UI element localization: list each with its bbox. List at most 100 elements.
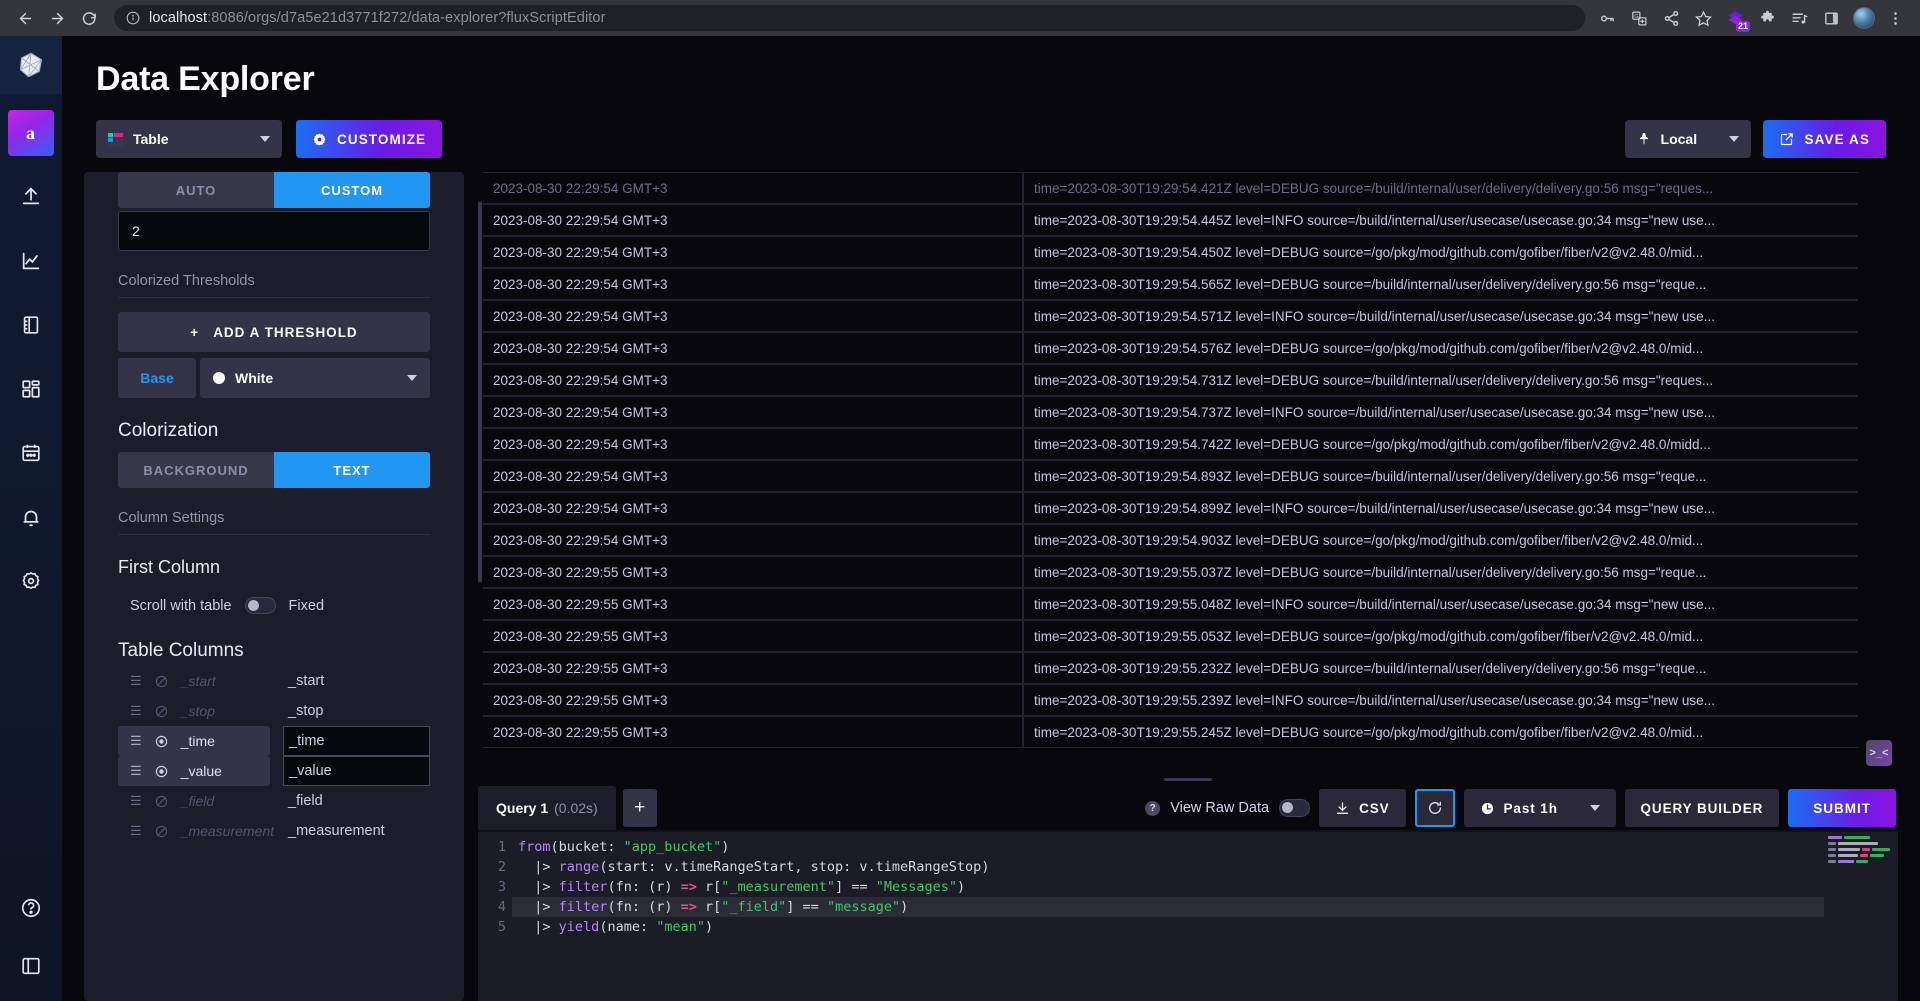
local-time-dropdown[interactable]: Local bbox=[1624, 120, 1751, 158]
drag-handle-icon[interactable]: ☰ bbox=[130, 764, 142, 777]
submit-label: SUBMIT bbox=[1813, 800, 1871, 816]
media-list-icon[interactable] bbox=[1785, 4, 1814, 33]
code-line[interactable]: |> filter(fn: (r) => r["_field"] == "mes… bbox=[512, 897, 1824, 917]
query-tab-1[interactable]: Query 1 (0.02s) bbox=[478, 786, 616, 830]
sidebar-item-help[interactable] bbox=[8, 885, 54, 931]
org-initial: a bbox=[26, 122, 35, 143]
table-row: 2023-08-30 22:29:54 GMT+3 time=2023-08-30… bbox=[483, 428, 1858, 460]
cell-time: 2023-08-30 22:29:55 GMT+3 bbox=[483, 652, 1023, 684]
save-as-button[interactable]: SAVE AS bbox=[1762, 120, 1886, 158]
sidebar-item-tasks[interactable] bbox=[8, 430, 54, 476]
table-column-control[interactable]: ☰ _measurement bbox=[118, 816, 274, 846]
key-icon[interactable] bbox=[1593, 4, 1622, 33]
drag-handle-icon[interactable]: ☰ bbox=[130, 704, 142, 717]
editor-minimap[interactable] bbox=[1824, 830, 1898, 1001]
cell-time: 2023-08-30 22:29:54 GMT+3 bbox=[483, 204, 1023, 236]
sidebar-item-explore[interactable] bbox=[8, 238, 54, 284]
forward-arrow-icon[interactable] bbox=[42, 3, 72, 33]
code-line[interactable]: from(bucket: "app_bucket") bbox=[512, 837, 1824, 857]
first-column-toggle[interactable] bbox=[244, 597, 276, 614]
colorization-text-option[interactable]: TEXT bbox=[274, 452, 430, 488]
drag-handle-icon[interactable]: ☰ bbox=[130, 674, 142, 687]
flux-script-editor[interactable]: 1 2 3 4 5 from(bucket: "app_bucket") |> rang… bbox=[478, 830, 1898, 1001]
table-column-control[interactable]: ☰ _field bbox=[118, 786, 270, 816]
profile-avatar[interactable] bbox=[1849, 4, 1878, 33]
code-line[interactable]: |> filter(fn: (r) => r["_measurement"] =… bbox=[512, 877, 1824, 897]
auto-refresh-button[interactable] bbox=[1414, 789, 1455, 827]
eye-off-icon[interactable] bbox=[154, 704, 169, 719]
submit-button[interactable]: SUBMIT bbox=[1788, 789, 1896, 827]
puzzle-extension-icon[interactable] bbox=[1753, 4, 1782, 33]
customize-button[interactable]: CUSTOMIZE bbox=[296, 120, 443, 158]
share-icon[interactable] bbox=[1657, 4, 1686, 33]
sidebar-item-org[interactable]: a bbox=[7, 110, 54, 156]
bookmark-star-icon[interactable] bbox=[1689, 4, 1718, 33]
table-row: 2023-08-30 22:29:54 GMT+3 time=2023-08-30… bbox=[483, 332, 1858, 364]
cell-time: 2023-08-30 22:29:55 GMT+3 bbox=[483, 684, 1023, 716]
table-column-control[interactable]: ☰ _time bbox=[118, 726, 270, 756]
reload-icon[interactable] bbox=[74, 3, 104, 33]
question-mark-icon[interactable]: ? bbox=[1145, 800, 1161, 816]
drag-handle-icon[interactable]: ☰ bbox=[130, 734, 142, 747]
side-panel-icon[interactable] bbox=[1817, 4, 1846, 33]
eye-off-icon[interactable] bbox=[154, 824, 169, 839]
sidebar-item-notebooks[interactable] bbox=[8, 302, 54, 348]
table-column-control[interactable]: ☰ _value bbox=[118, 756, 270, 786]
decimal-places-input[interactable]: 2 bbox=[118, 211, 430, 251]
panel-drag-handle[interactable] bbox=[478, 772, 1898, 786]
drag-handle-icon[interactable]: ☰ bbox=[130, 794, 142, 807]
eye-icon[interactable] bbox=[154, 764, 169, 779]
eye-off-icon[interactable] bbox=[154, 794, 169, 809]
time-range-dropdown[interactable]: Past 1h bbox=[1463, 789, 1616, 827]
sidebar-item-settings[interactable] bbox=[8, 558, 54, 604]
table-row: 2023-08-30 22:29:54 GMT+3 time=2023-08-30… bbox=[483, 204, 1858, 236]
sidebar-item-alerts[interactable] bbox=[8, 494, 54, 540]
table-column-row: ☰ _start _start bbox=[118, 666, 430, 696]
decimal-auto-option[interactable]: AUTO bbox=[118, 172, 274, 208]
table-row: 2023-08-30 22:29:55 GMT+3 time=2023-08-30… bbox=[483, 588, 1858, 620]
overflow-menu-icon[interactable] bbox=[1881, 4, 1910, 33]
editor-code[interactable]: from(bucket: "app_bucket") |> range(star… bbox=[512, 830, 1824, 1001]
colorized-thresholds-label: Colorized Thresholds bbox=[118, 273, 430, 298]
table-column-control[interactable]: ☰ _start bbox=[118, 666, 270, 696]
table-column-display-name[interactable]: _time bbox=[283, 726, 430, 756]
influxdb-logo-icon bbox=[19, 52, 42, 78]
table-columns-heading: Table Columns bbox=[118, 640, 244, 661]
add-query-button[interactable]: + bbox=[622, 789, 657, 827]
code-line[interactable]: |> yield(name: "mean") bbox=[512, 917, 1824, 937]
sidebar-item-logo[interactable] bbox=[0, 36, 62, 94]
download-icon bbox=[1336, 801, 1349, 814]
app-shell: a Data Explorer Table CUSTOMIZE Local SA… bbox=[0, 36, 1920, 1001]
base-color-label: White bbox=[235, 370, 274, 386]
sidebar-item-collapse[interactable] bbox=[8, 943, 54, 989]
table-column-control[interactable]: ☰ _stop bbox=[118, 696, 270, 726]
resize-handle[interactable]: >_< bbox=[1866, 740, 1892, 766]
view-raw-data-toggle[interactable] bbox=[1279, 799, 1311, 817]
cell-value: time=2023-08-30T19:29:54.576Z level=DEBU… bbox=[1023, 332, 1858, 364]
table-column-name: _value bbox=[180, 763, 222, 779]
base-color-dropdown[interactable]: White bbox=[200, 358, 430, 398]
sidebar-item-upload[interactable] bbox=[8, 174, 54, 220]
translate-icon[interactable]: G bbox=[1625, 4, 1654, 33]
address-bar[interactable]: localhost:8086/orgs/d7a5e21d3771f272/dat… bbox=[114, 5, 1585, 31]
cell-time: 2023-08-30 22:29:55 GMT+3 bbox=[483, 716, 1023, 748]
eye-icon[interactable] bbox=[154, 734, 169, 749]
eye-off-icon[interactable] bbox=[154, 674, 169, 689]
decimal-custom-option[interactable]: CUSTOM bbox=[274, 172, 430, 208]
table-column-display-name[interactable]: _value bbox=[283, 756, 430, 786]
csv-download-button[interactable]: CSV bbox=[1319, 789, 1406, 827]
cell-time: 2023-08-30 22:29:54 GMT+3 bbox=[483, 428, 1023, 460]
pin-icon bbox=[1639, 133, 1648, 145]
base-threshold-row: Base White bbox=[118, 358, 430, 398]
sidebar-item-dashboards[interactable] bbox=[8, 366, 54, 412]
colorization-background-option[interactable]: BACKGROUND bbox=[118, 452, 274, 488]
visualization-type-dropdown[interactable]: Table bbox=[96, 120, 282, 158]
code-line[interactable]: |> range(start: v.timeRangeStart, stop: … bbox=[512, 857, 1824, 877]
first-column-heading: First Column bbox=[118, 557, 221, 577]
back-arrow-icon[interactable] bbox=[10, 3, 40, 33]
extension-purple-icon[interactable]: 21 bbox=[1721, 4, 1750, 33]
table-column-row: ☰ _stop _stop bbox=[118, 696, 430, 726]
drag-handle-icon[interactable]: ☰ bbox=[130, 824, 142, 837]
add-threshold-button[interactable]: + ADD A THRESHOLD bbox=[118, 312, 430, 352]
query-builder-button[interactable]: QUERY BUILDER bbox=[1624, 789, 1780, 827]
